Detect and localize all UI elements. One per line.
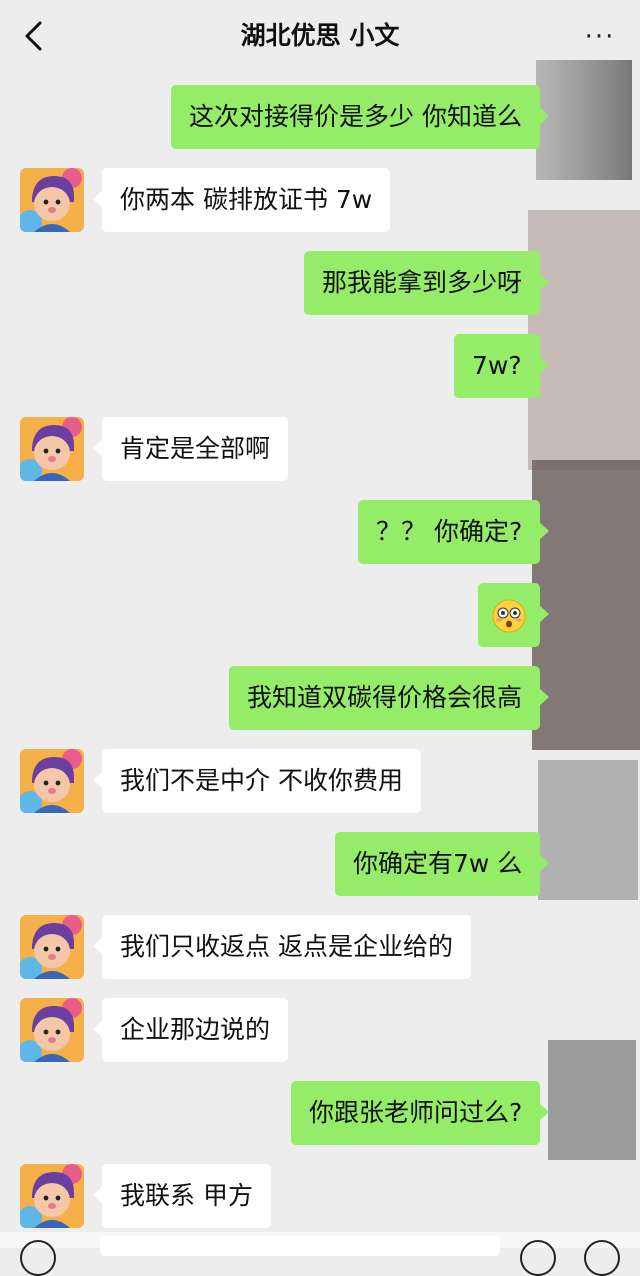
message-text: 我们只收返点 返点是企业给的 [120,932,453,961]
flushed-face-emoji [492,599,526,633]
message-bubble[interactable]: 我们只收返点 返点是企业给的 [93,915,471,979]
avatar-image [20,168,84,232]
message-text: 我知道双碳得价格会很高 [247,683,523,712]
voice-icon[interactable] [20,1240,56,1276]
received-message-row: 我联系 甲方 [0,1164,640,1228]
avatar-image [20,998,84,1062]
avatar-image [20,749,84,813]
message-text: 你两本 碳排放证书 7w [120,185,373,214]
received-message-row: 肯定是全部啊 [0,417,640,481]
emoji-icon[interactable] [520,1240,556,1276]
message-bubble[interactable]: 7w? [454,334,549,398]
message-bubble[interactable]: 这次对接得价是多少 你知道么 [171,85,549,149]
avatar-image [20,417,84,481]
sent-message-row: 7w? [0,334,640,398]
message-bubble[interactable]: 肯定是全部啊 [92,417,289,481]
received-message-row: 企业那边说的 [0,998,640,1062]
message-bubble[interactable]: 那我能拿到多少呀 [304,251,550,315]
received-message-row: 我们不是中介 不收你费用 [0,749,640,813]
contact-avatar[interactable] [20,417,84,481]
message-text: 7w? [472,351,522,380]
message-text: 我们不是中介 不收你费用 [120,766,403,795]
sent-message-row: ？？ 你确定? [0,500,640,564]
plus-icon[interactable] [584,1240,620,1276]
message-bubble[interactable]: 你确定有7w 么 [335,832,550,896]
message-bubble[interactable]: ？？ 你确定? [358,500,550,564]
received-message-row: 我们只收返点 返点是企业给的 [0,915,640,979]
sent-message-row: 这次对接得价是多少 你知道么 [0,85,640,149]
sent-message-row: 你确定有7w 么 [0,832,640,896]
sent-message-row [0,583,640,647]
input-bar [0,1232,640,1276]
message-text: 你跟张老师问过么? [309,1098,523,1127]
sent-message-row: 那我能拿到多少呀 [0,251,640,315]
contact-avatar[interactable] [20,915,84,979]
more-horizontal-icon: ··· [584,22,616,52]
avatar-image [20,915,84,979]
message-text: 我联系 甲方 [120,1181,253,1210]
message-bubble[interactable]: 我知道双碳得价格会很高 [229,666,550,730]
message-bubble[interactable]: 你跟张老师问过么? [291,1081,550,1145]
message-bubble[interactable]: 我们不是中介 不收你费用 [93,749,421,813]
sent-message-row: 我知道双碳得价格会很高 [0,666,640,730]
contact-avatar[interactable] [20,1164,84,1228]
emoji-message-bubble[interactable] [478,583,549,647]
contact-avatar[interactable] [20,749,84,813]
chat-header: 湖北优思 小文 ··· [0,0,640,72]
contact-avatar[interactable] [20,998,84,1062]
chat-title: 湖北优思 小文 [240,21,400,50]
received-message-row: 你两本 碳排放证书 7w [0,168,640,232]
message-text: 你确定有7w 么 [353,849,523,878]
message-bubble[interactable]: 企业那边说的 [92,998,289,1062]
message-input[interactable] [100,1236,500,1256]
message-text: 那我能拿到多少呀 [322,268,523,297]
avatar-image [20,1164,84,1228]
message-text: 这次对接得价是多少 你知道么 [189,102,522,131]
message-text: 肯定是全部啊 [120,434,271,463]
more-options-button[interactable]: ··· [578,22,622,52]
message-bubble[interactable]: 你两本 碳排放证书 7w [92,168,391,232]
message-bubble[interactable]: 我联系 甲方 [93,1164,271,1228]
message-text: 企业那边说的 [120,1015,271,1044]
message-text: ？？ 你确定? [376,517,523,546]
sent-message-row: 你跟张老师问过么? [0,1081,640,1145]
contact-avatar[interactable] [20,168,84,232]
